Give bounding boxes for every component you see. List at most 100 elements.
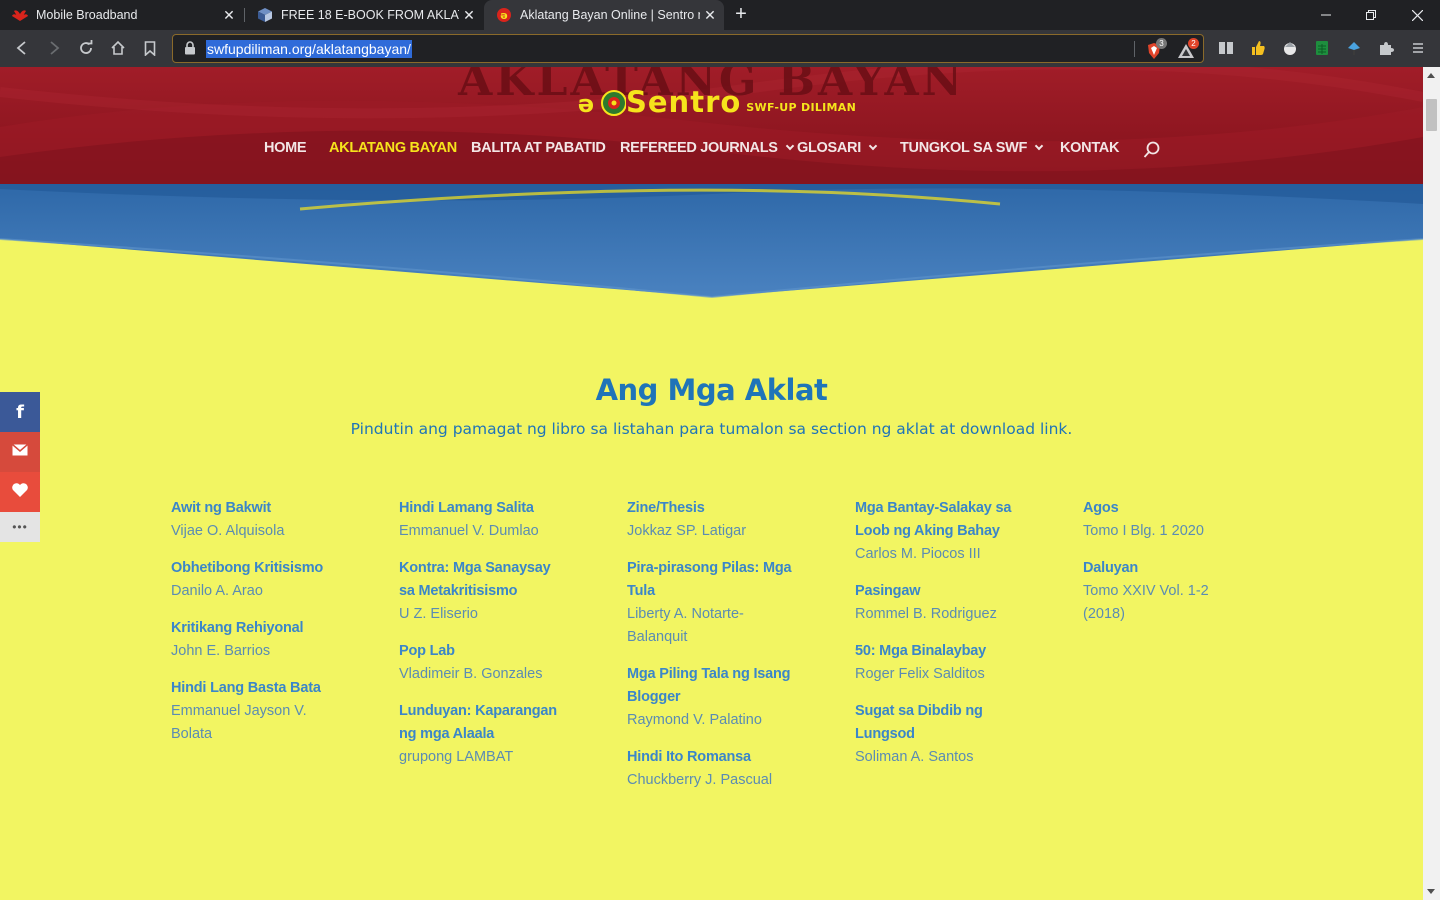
book-author: Soliman A. Santos: [855, 749, 974, 765]
book-entry: Agos Tomo I Blg. 1 2020: [1083, 497, 1263, 543]
chevron-down-icon: [868, 141, 878, 151]
book-title-link[interactable]: Sugat sa Dibdib ng Lungsod: [855, 700, 995, 746]
sentro-logo-icon: ə: [574, 85, 627, 119]
search-icon[interactable]: [1143, 141, 1161, 159]
book-author: Carlos M. Piocos III: [855, 546, 981, 562]
shield-count-badge: 3: [1156, 38, 1167, 49]
book-title-link[interactable]: Hindi Lang Basta Bata: [171, 677, 351, 700]
nav-label: GLOSARI: [797, 140, 861, 156]
nav-item-balita[interactable]: BALITA AT PABATID: [471, 140, 606, 156]
nav-item-refereed-journals[interactable]: REFEREED JOURNALS: [620, 140, 794, 156]
scroll-down-arrow-icon[interactable]: [1427, 889, 1435, 894]
tab-title: Aklatang Bayan Online | Sentro ng: [520, 8, 700, 22]
extension-hat-icon[interactable]: [1280, 38, 1300, 58]
minimize-button[interactable]: [1303, 0, 1349, 30]
close-window-button[interactable]: [1394, 0, 1440, 30]
book-author: grupong LAMBAT: [399, 749, 514, 765]
nav-item-aklatang-bayan[interactable]: AKLATANG BAYAN: [329, 140, 457, 156]
scroll-up-arrow-icon[interactable]: [1427, 73, 1435, 78]
book-entry: Kritikang Rehiyonal John E. Barrios: [171, 617, 351, 663]
bookmark-icon[interactable]: [140, 38, 160, 58]
book-author: Emmanuel Jayson V. Bolata: [171, 703, 307, 742]
book-author: Vijae O. Alquisola: [171, 523, 285, 539]
book-author: Rommel B. Rodriguez: [855, 606, 997, 622]
wave-divider: [0, 184, 1423, 299]
book-title-link[interactable]: Kritikang Rehiyonal: [171, 617, 351, 640]
book-title-link[interactable]: Mga Piling Tala ng Isang Blogger: [627, 663, 797, 709]
new-tab-button[interactable]: +: [730, 4, 752, 26]
brave-shield-icon[interactable]: 3: [1145, 38, 1167, 60]
book-entry: 50: Mga Binalaybay Roger Felix Salditos: [855, 640, 1035, 686]
tab-title: FREE 18 E-BOOK FROM AKLATANG: [281, 8, 459, 22]
tab-mobile-broadband[interactable]: Mobile Broadband ✕: [0, 0, 243, 30]
back-icon[interactable]: [12, 38, 32, 58]
huawei-icon: [12, 7, 28, 23]
url-text[interactable]: swfupdiliman.org/aklatangbayan/: [206, 40, 412, 58]
book-title-link[interactable]: Lunduyan: Kaparangan ng mga Alaala: [399, 700, 559, 746]
menu-icon[interactable]: [1408, 38, 1428, 58]
book-title-link[interactable]: 50: Mga Binalaybay: [855, 640, 1035, 663]
book-column-1: Awit ng Bakwit Vijae O. Alquisola Obhetib…: [171, 497, 351, 760]
nav-item-home[interactable]: HOME: [264, 140, 307, 156]
book-title-link[interactable]: Agos: [1083, 497, 1263, 520]
book-title-link[interactable]: Pasingaw: [855, 580, 1035, 603]
close-icon[interactable]: ✕: [459, 7, 479, 24]
nav-item-kontak[interactable]: KONTAK: [1060, 140, 1119, 156]
book-title-link[interactable]: Hindi Lamang Salita: [399, 497, 579, 520]
favorite-share-button[interactable]: [0, 472, 40, 512]
book-entry: Lunduyan: Kaparangan ng mga Alaala grupon…: [399, 700, 579, 769]
brave-rewards-icon[interactable]: 2: [1177, 38, 1199, 60]
book-entry: Awit ng Bakwit Vijae O. Alquisola: [171, 497, 351, 543]
extensions-puzzle-icon[interactable]: [1376, 38, 1396, 58]
svg-text:ə: ə: [500, 9, 507, 22]
close-icon[interactable]: ✕: [700, 7, 720, 24]
email-share-button[interactable]: [0, 432, 40, 472]
tab-free-ebook[interactable]: FREE 18 E-BOOK FROM AKLATANG ✕: [245, 0, 483, 30]
section-subtitle: Pindutin ang pamagat ng libro sa listaha…: [350, 420, 1073, 438]
site-header: AKLATANG BAYAN ə Sentro SWF-UP DILIMAN H…: [0, 67, 1423, 184]
svg-text:ə: ə: [578, 90, 594, 118]
site-logo[interactable]: ə Sentro SWF-UP DILIMAN: [574, 85, 856, 119]
book-author: Jokkaz SP. Latigar: [627, 523, 747, 539]
book-column-3: Zine/Thesis Jokkaz SP. Latigar Pira-piras…: [627, 497, 807, 806]
book-title-link[interactable]: Hindi Ito Romansa: [627, 746, 807, 769]
section-title: Ang Mga Aklat: [595, 373, 828, 407]
tab-aklatang-bayan[interactable]: ə Aklatang Bayan Online | Sentro ng ✕: [484, 0, 724, 30]
reload-icon[interactable]: [76, 38, 96, 58]
sheets-extension-icon[interactable]: [1312, 38, 1332, 58]
book-entry: Obhetibong Kritisismo Danilo A. Arao: [171, 557, 351, 603]
book-title-link[interactable]: Awit ng Bakwit: [171, 497, 351, 520]
nav-label: REFEREED JOURNALS: [620, 140, 778, 156]
book-title-link[interactable]: Pira-pirasong Pilas: Mga Tula: [627, 557, 797, 603]
home-icon[interactable]: [108, 38, 128, 58]
lock-icon[interactable]: [184, 41, 196, 55]
box-icon: [257, 7, 273, 23]
tab-title: Mobile Broadband: [36, 8, 138, 22]
vertical-scrollbar[interactable]: [1423, 67, 1440, 900]
book-title-link[interactable]: Mga Bantay-Salakay sa Loob ng Aking Baha…: [855, 497, 1025, 543]
book-column-5: Agos Tomo I Blg. 1 2020 Daluyan Tomo XXIV …: [1083, 497, 1263, 640]
book-author: Raymond V. Palatino: [627, 712, 762, 728]
more-icon: •••: [12, 520, 28, 534]
book-title-link[interactable]: Kontra: Mga Sanaysay sa Metakritisismo: [399, 557, 569, 603]
vpn-extension-icon[interactable]: [1344, 38, 1364, 58]
book-author: Chuckberry J. Pascual: [627, 772, 773, 788]
forward-icon[interactable]: [44, 38, 64, 58]
book-author: Roger Felix Salditos: [855, 666, 985, 682]
restore-button[interactable]: [1348, 0, 1394, 30]
logo-text: Sentro: [626, 85, 742, 119]
address-bar[interactable]: swfupdiliman.org/aklatangbayan/ 3 2: [172, 34, 1204, 63]
book-title-link[interactable]: Obhetibong Kritisismo: [171, 557, 351, 580]
close-icon[interactable]: ✕: [219, 7, 239, 24]
facebook-share-button[interactable]: f: [0, 392, 40, 432]
book-title-link[interactable]: Daluyan: [1083, 557, 1263, 580]
thumbs-up-icon[interactable]: [1248, 38, 1268, 58]
nav-item-glosari[interactable]: GLOSARI: [797, 140, 878, 156]
main-navigation: HOME AKLATANG BAYAN BALITA AT PABATID RE…: [0, 140, 1423, 160]
book-title-link[interactable]: Pop Lab: [399, 640, 579, 663]
reading-list-icon[interactable]: [1216, 38, 1236, 58]
scroll-thumb[interactable]: [1426, 99, 1437, 131]
nav-item-tungkol[interactable]: TUNGKOL SA SWF: [900, 140, 1044, 156]
more-share-button[interactable]: •••: [0, 512, 40, 542]
book-title-link[interactable]: Zine/Thesis: [627, 497, 807, 520]
